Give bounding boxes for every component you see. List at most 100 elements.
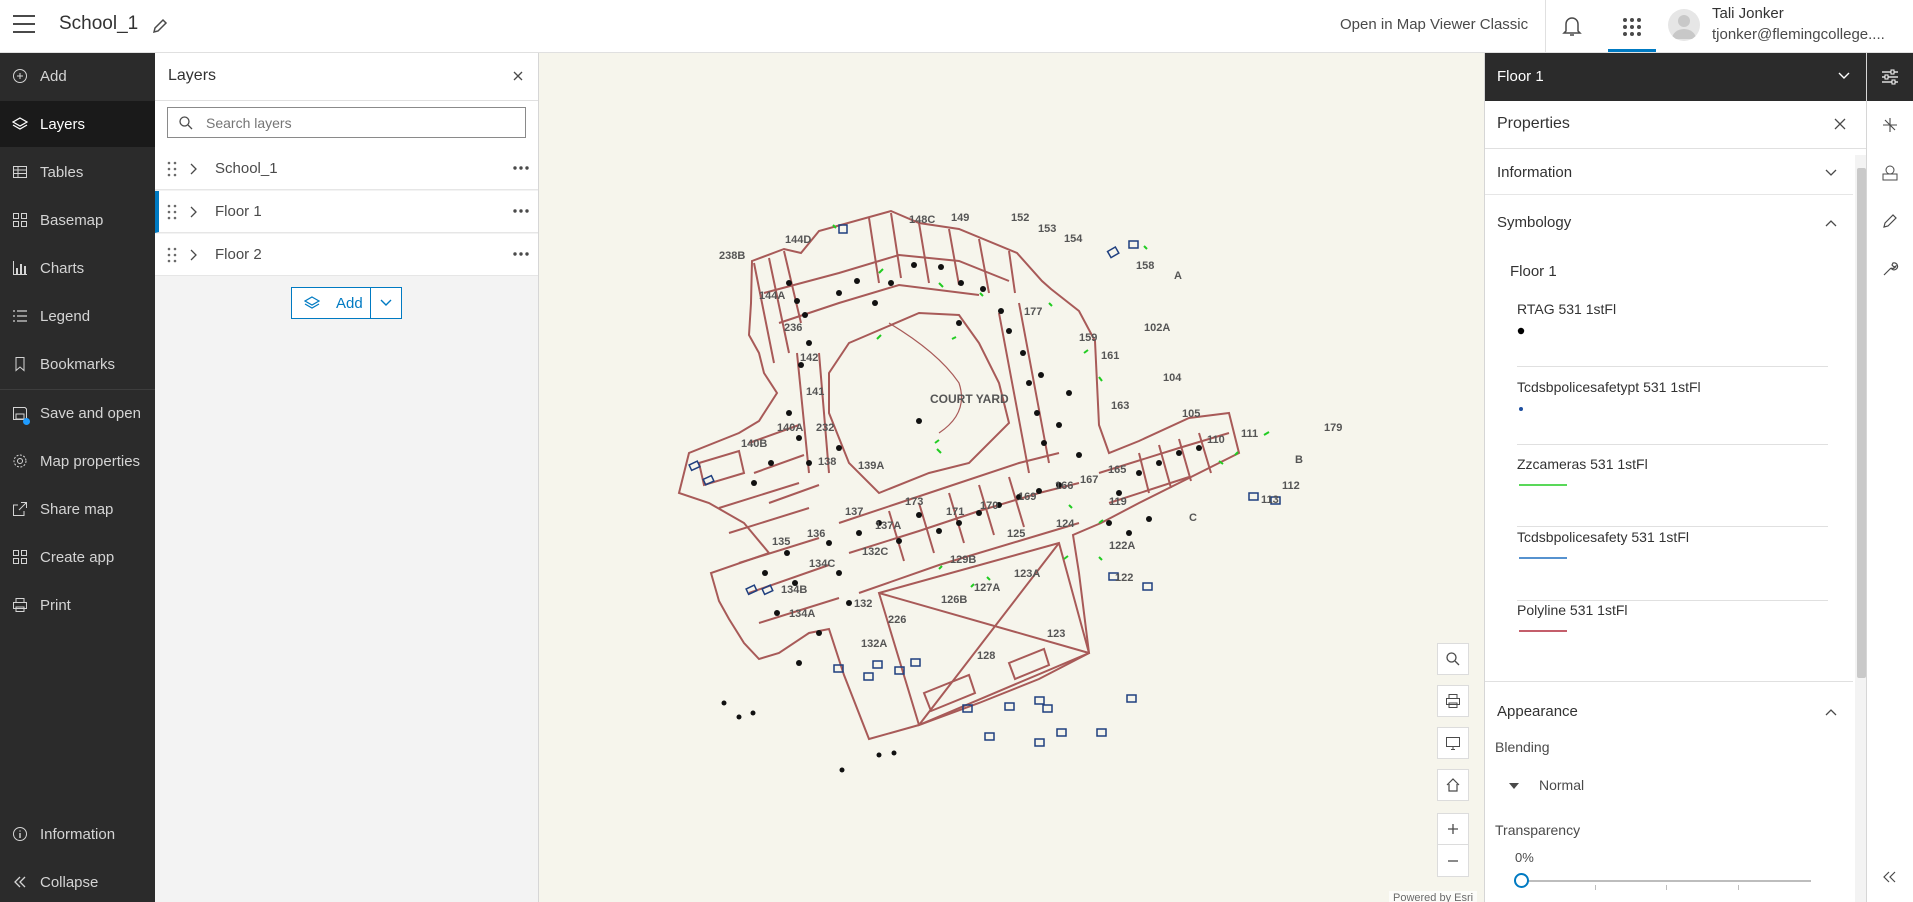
symbol-label: Tcdsbpolicesafetypt 531 1stFl <box>1517 379 1701 395</box>
edit-action[interactable] <box>1867 197 1913 245</box>
wrench-icon <box>1883 262 1899 276</box>
room-label: 163 <box>1111 400 1129 412</box>
symbol-item-polyline[interactable]: Polyline 531 1stFl <box>1517 602 1828 652</box>
fullscreen-button[interactable] <box>1437 727 1469 759</box>
symbol-item-policesafety[interactable]: Tcdsbpolicesafety 531 1stFl <box>1517 529 1828 601</box>
chevron-right-icon[interactable] <box>188 249 198 261</box>
nav-label: Layers <box>40 115 86 133</box>
zoom-out-button[interactable] <box>1438 845 1468 876</box>
symbol-item-policesafety-pt[interactable]: Tcdsbpolicesafetypt 531 1stFl <box>1517 379 1828 445</box>
add-dropdown-button[interactable] <box>371 287 402 319</box>
layer-selector[interactable]: Floor 1 <box>1485 53 1866 101</box>
user-email[interactable]: tjonker@flemingcollege.... <box>1712 26 1885 43</box>
nav-label: Legend <box>40 307 91 325</box>
scrollbar-thumb[interactable] <box>1857 168 1866 678</box>
appearance-section-header[interactable]: Appearance <box>1485 690 1853 734</box>
user-name[interactable]: Tali Jonker <box>1712 5 1784 22</box>
close-icon[interactable] <box>510 68 526 84</box>
zoom-in-button[interactable] <box>1438 814 1468 845</box>
shapes-icon <box>1882 165 1898 181</box>
layer-selector-label: Floor 1 <box>1497 68 1544 85</box>
nav-map-properties[interactable]: Map properties <box>0 438 155 484</box>
chevron-right-icon[interactable] <box>188 163 198 175</box>
chevrons-left-icon <box>1883 871 1896 883</box>
nav-information[interactable]: Information <box>0 811 155 857</box>
configure-action[interactable] <box>1867 245 1913 293</box>
blending-select[interactable]: Normal <box>1509 772 1689 800</box>
transparency-slider-track[interactable] <box>1521 880 1811 882</box>
chevron-up-icon <box>1825 220 1837 227</box>
room-label: 169 <box>1018 491 1036 503</box>
home-button[interactable] <box>1437 769 1469 801</box>
nav-print[interactable]: Print <box>0 582 155 628</box>
nav-charts[interactable]: Charts <box>0 245 155 291</box>
layer-name: Floor 2 <box>215 246 262 263</box>
pencil-icon[interactable] <box>150 16 170 36</box>
expand-action[interactable] <box>1867 853 1913 901</box>
room-label: 134A <box>789 608 815 620</box>
nav-add[interactable]: Add <box>0 53 155 99</box>
more-options-icon[interactable] <box>512 208 530 214</box>
symbol-label: Polyline 531 1stFl <box>1517 602 1628 618</box>
more-options-icon[interactable] <box>512 165 530 171</box>
information-section-header[interactable]: Information <box>1485 151 1853 195</box>
symbology-section-header[interactable]: Symbology <box>1485 201 1853 245</box>
room-label: 236 <box>784 322 802 334</box>
home-icon <box>1446 778 1460 792</box>
esri-attribution[interactable]: Powered by Esri <box>1389 891 1478 902</box>
room-label: 129B <box>950 554 976 566</box>
layer-row-floor-1[interactable]: Floor 1 <box>155 191 538 233</box>
app-launcher-icon[interactable] <box>1608 4 1656 52</box>
nav-create-app[interactable]: Create app <box>0 534 155 580</box>
floor-plan[interactable]: 238B 144D 148C 149 152 153 154 158 144A … <box>539 53 1484 902</box>
drag-handle-icon[interactable] <box>167 161 177 177</box>
room-label: 141 <box>806 386 824 398</box>
nav-collapse[interactable]: Collapse <box>0 859 155 902</box>
more-options-icon[interactable] <box>512 251 530 257</box>
effects-action[interactable] <box>1867 101 1913 149</box>
nav-label: Map properties <box>40 452 141 470</box>
room-label: 122A <box>1109 540 1135 552</box>
room-label: 138 <box>818 456 836 468</box>
layer-row-floor-2[interactable]: Floor 2 <box>155 234 538 276</box>
nav-layers[interactable]: Layers <box>0 101 155 147</box>
blending-label: Blending <box>1495 739 1550 755</box>
chevrons-left-icon <box>14 876 26 888</box>
nav-share-map[interactable]: Share map <box>0 486 155 532</box>
search-map-button[interactable] <box>1437 643 1469 675</box>
room-label: 171 <box>946 506 964 518</box>
search-icon <box>1446 652 1460 666</box>
room-label: 111 <box>1241 428 1258 440</box>
nav-label: Collapse <box>40 873 99 891</box>
drag-handle-icon[interactable] <box>167 247 177 263</box>
layer-row-school-1[interactable]: School_1 <box>155 148 538 190</box>
print-map-button[interactable] <box>1437 685 1469 717</box>
nav-save-and-open[interactable]: Save and open <box>0 390 155 436</box>
avatar[interactable] <box>1668 9 1700 41</box>
nav-bookmarks[interactable]: Bookmarks <box>0 341 155 387</box>
nav-legend[interactable]: Legend <box>0 293 155 339</box>
search-input[interactable] <box>167 107 526 138</box>
section-title: Information <box>1497 164 1573 181</box>
add-layer-button[interactable]: Add <box>291 287 371 319</box>
map-view[interactable]: 238B 144D 148C 149 152 153 154 158 144A … <box>539 53 1484 902</box>
open-classic-link[interactable]: Open in Map Viewer Classic <box>1340 16 1528 33</box>
room-label: 126B <box>941 594 967 606</box>
styles-action[interactable] <box>1867 149 1913 197</box>
apps-icon <box>13 550 27 564</box>
close-icon[interactable] <box>1834 118 1846 130</box>
chevron-right-icon[interactable] <box>188 206 198 218</box>
transparency-slider-thumb[interactable] <box>1514 873 1529 888</box>
drag-handle-icon[interactable] <box>167 204 177 220</box>
nav-tables[interactable]: Tables <box>0 149 155 195</box>
room-label: 226 <box>888 614 906 626</box>
properties-action[interactable] <box>1867 53 1913 101</box>
bell-icon[interactable] <box>1561 14 1583 38</box>
nav-label: Print <box>40 596 71 614</box>
symbol-item-rtag[interactable]: RTAG 531 1stFl <box>1517 301 1828 367</box>
menu-icon[interactable] <box>13 15 35 33</box>
nav-basemap[interactable]: Basemap <box>0 197 155 243</box>
room-label: C <box>1189 512 1197 524</box>
symbol-item-cameras[interactable]: Zzcameras 531 1stFl <box>1517 456 1828 527</box>
point-symbol-icon <box>1519 407 1523 411</box>
